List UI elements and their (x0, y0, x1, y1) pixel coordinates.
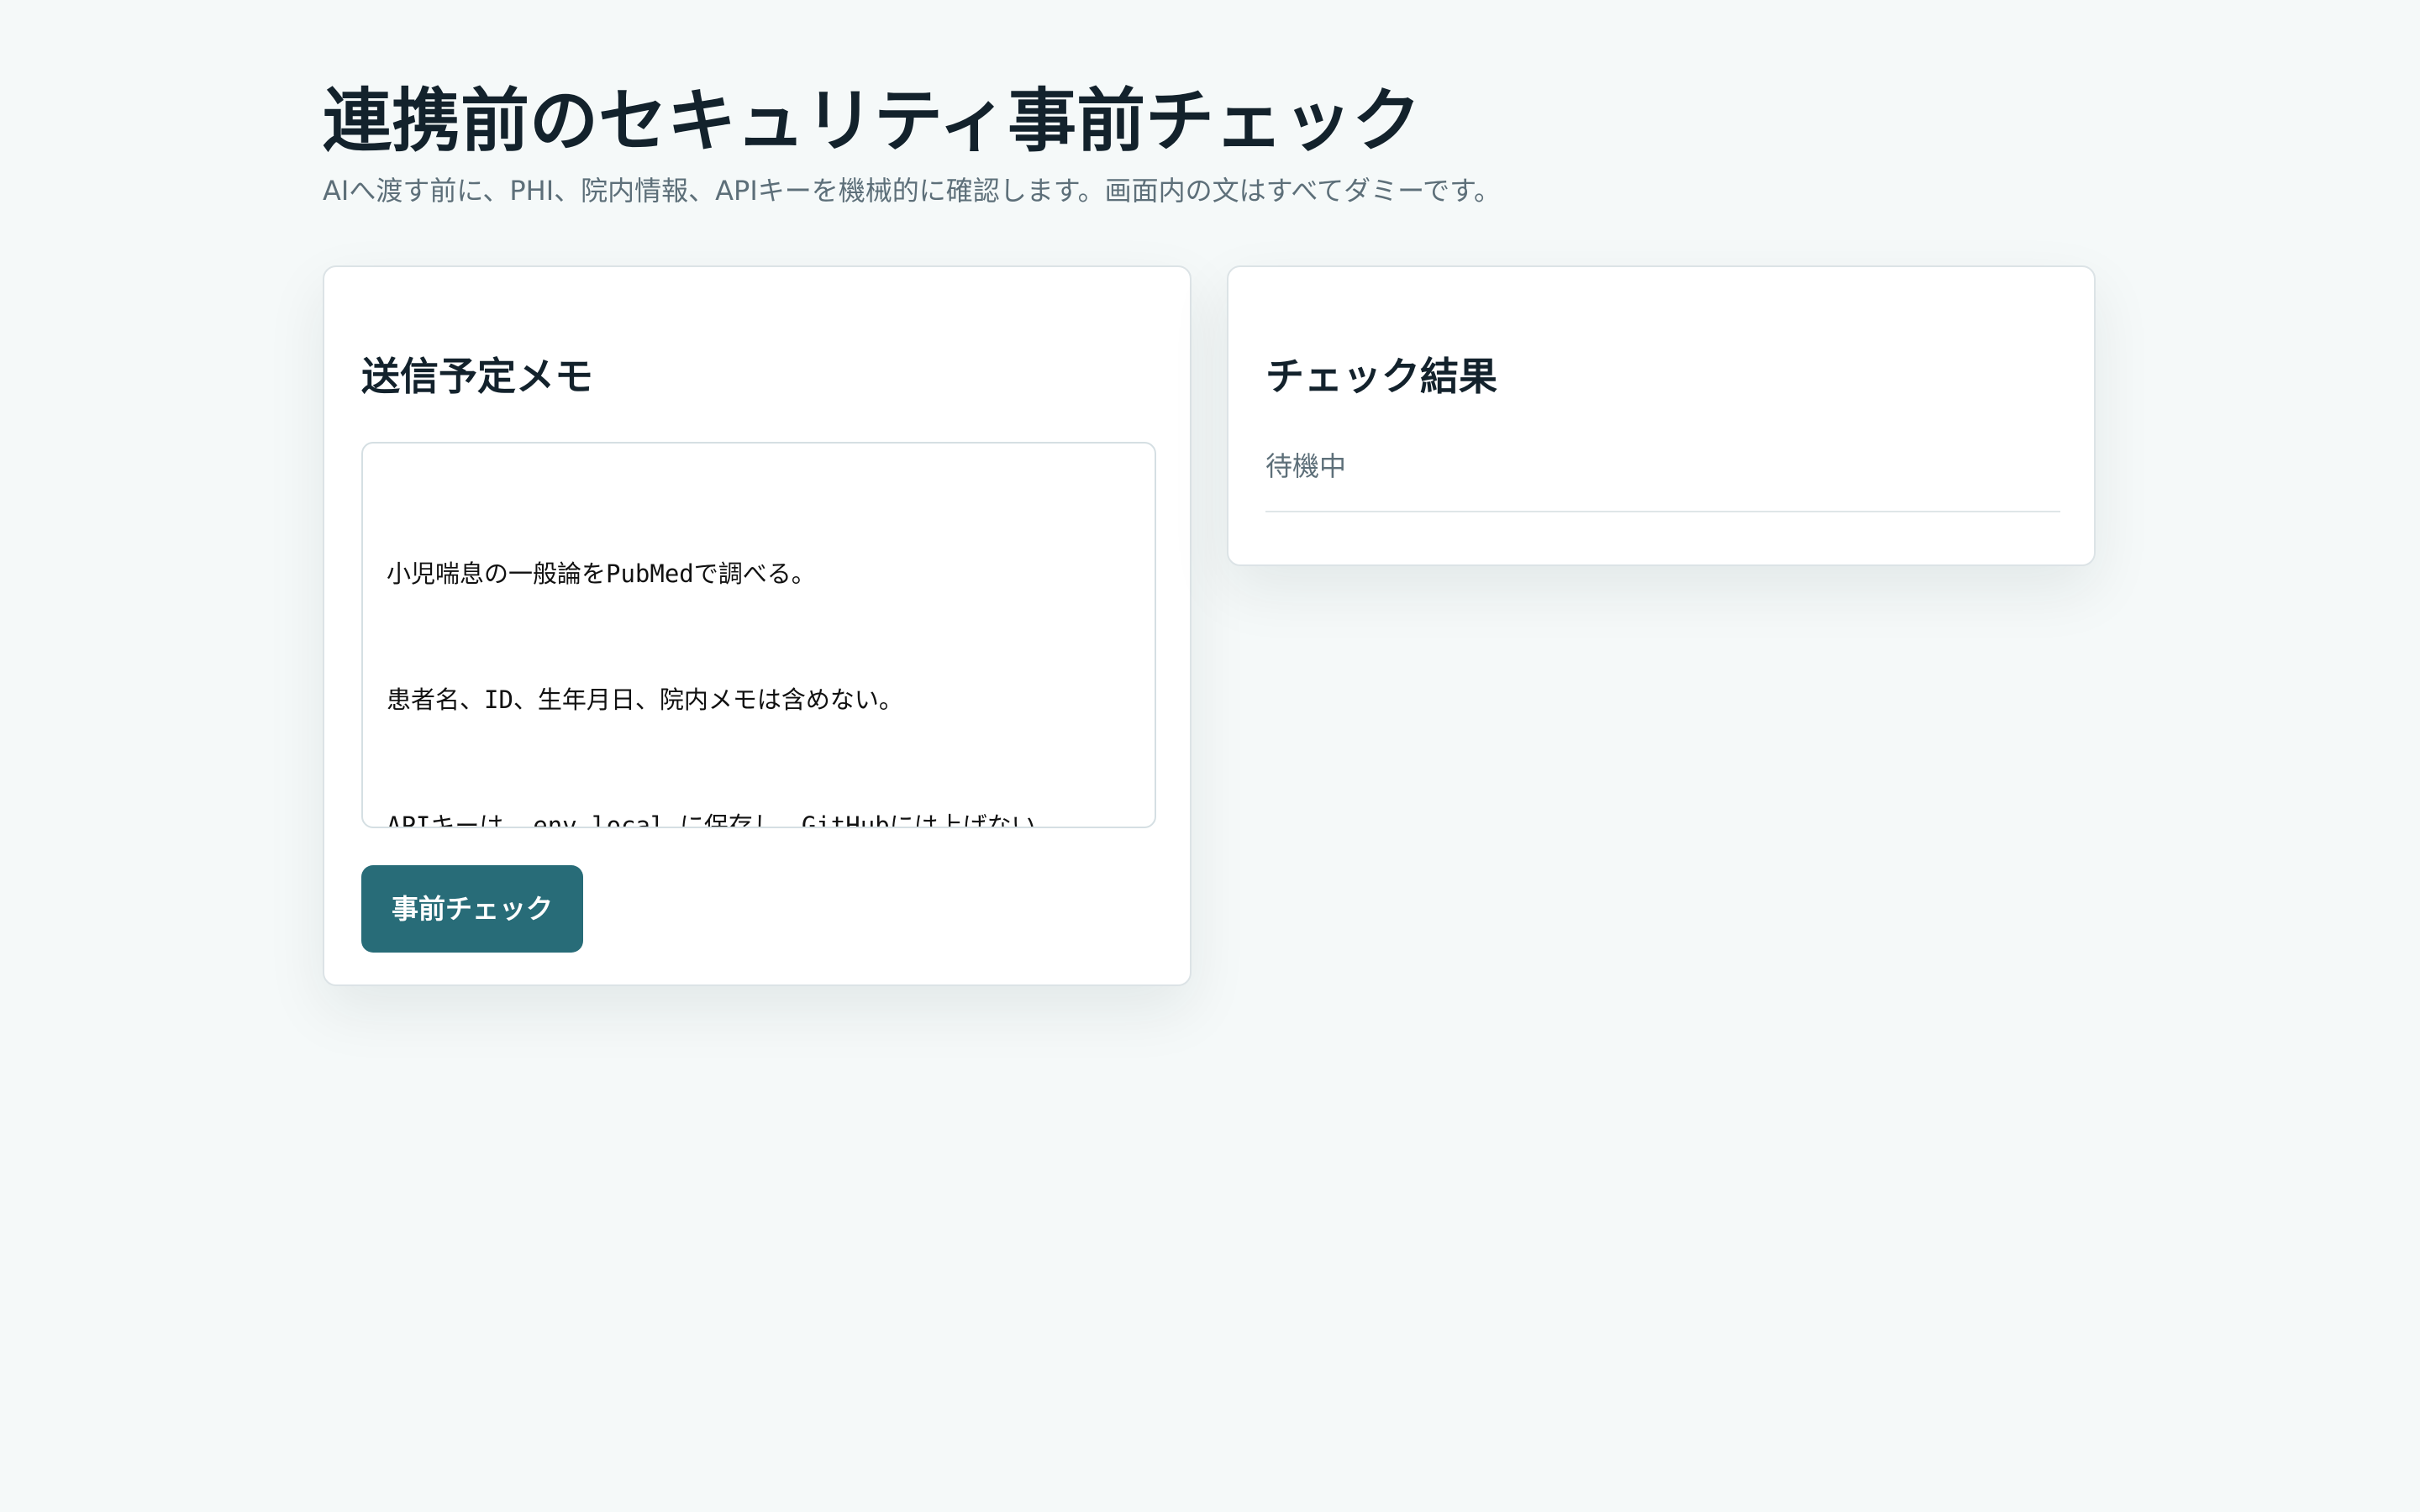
memo-line: APIキーは .env.local に保存し、GitHubには上げない。 (387, 811, 1060, 828)
result-status: 待機中 (1265, 450, 1347, 482)
memo-line: 小児喘息の一般論をPubMedで調べる。 (387, 559, 816, 588)
memo-panel-title: 送信予定メモ (361, 354, 593, 399)
page-subtitle: AIへ渡す前に、PHI、院内情報、APIキーを機械的に確認します。画面内の文はす… (323, 175, 1501, 207)
memo-line: 患者名、ID、生年月日、院内メモは含めない。 (387, 685, 903, 714)
security-precheck-page: 連携前のセキュリティ事前チェック AIへ渡す前に、PHI、院内情報、APIキーを… (0, 0, 2420, 1512)
result-divider (1265, 511, 2060, 512)
page-header: 連携前のセキュリティ事前チェック AIへ渡す前に、PHI、院内情報、APIキーを… (323, 76, 2096, 210)
memo-panel: 送信予定メモ 小児喘息の一般論をPubMedで調べる。 患者名、ID、生年月日、… (323, 265, 1192, 986)
result-panel: チェック結果 待機中 (1227, 265, 2096, 566)
memo-textarea[interactable]: 小児喘息の一般論をPubMedで調べる。 患者名、ID、生年月日、院内メモは含め… (361, 442, 1156, 828)
page-title: 連携前のセキュリティ事前チェック (323, 81, 1422, 161)
precheck-button[interactable]: 事前チェック (361, 865, 583, 953)
result-panel-title: チェック結果 (1265, 354, 1497, 399)
